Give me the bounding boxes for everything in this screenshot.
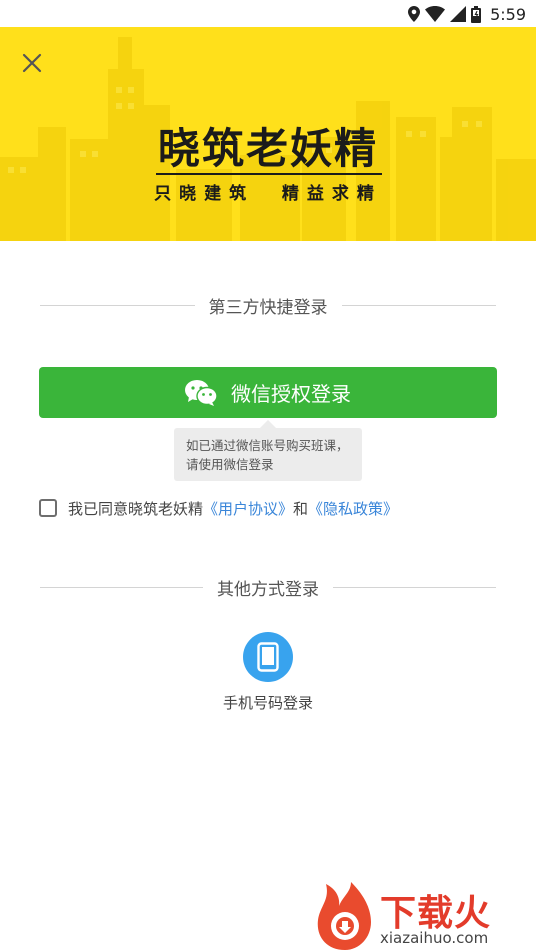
location-icon <box>408 6 421 22</box>
quick-login-heading: 第三方快捷登录 <box>208 297 328 318</box>
wechat-login-label: 微信授权登录 <box>231 382 351 406</box>
status-bar: 5:59 <box>0 0 536 27</box>
privacy-policy-link[interactable]: 《隐私政策》 <box>308 498 398 519</box>
watermark-logo: 下载火 xiazaihuo.com <box>312 880 536 952</box>
other-login-heading: 其他方式登录 <box>217 579 319 600</box>
agreement-prefix: 我已同意晓筑老妖精 <box>68 499 204 518</box>
wifi-icon <box>425 6 446 22</box>
status-time: 5:59 <box>490 4 526 24</box>
phone-login-button[interactable]: 手机号码登录 <box>218 632 318 713</box>
logo-slogan: 只晓建筑 精益求精 <box>154 184 382 204</box>
phone-login-icon-circle[interactable] <box>243 632 293 682</box>
agreement-checkbox[interactable] <box>39 499 57 517</box>
wechat-icon <box>185 379 217 406</box>
agreement-row: 我已同意晓筑老妖精 《用户协议》 和 《隐私政策》 <box>39 497 398 519</box>
logo-underline <box>156 173 382 175</box>
close-icon <box>22 53 42 73</box>
wechat-tooltip: 如已通过微信账号购买班课，请使用微信登录 <box>174 420 362 481</box>
signal-icon <box>450 6 467 22</box>
app-logo: 晓筑老妖精 只晓建筑 精益求精 <box>0 123 536 204</box>
wechat-login-button[interactable]: 微信授权登录 <box>39 367 497 418</box>
user-agreement-link[interactable]: 《用户协议》 <box>203 498 293 519</box>
phone-icon <box>257 642 279 672</box>
logo-title: 晓筑老妖精 <box>157 124 378 173</box>
other-login-divider: 其他方式登录 <box>40 575 496 600</box>
header-banner: 晓筑老妖精 只晓建筑 精益求精 <box>0 27 536 241</box>
quick-login-divider: 第三方快捷登录 <box>40 293 496 318</box>
phone-login-label: 手机号码登录 <box>222 694 313 712</box>
battery-icon <box>471 5 482 23</box>
flame-logo-icon <box>317 882 371 950</box>
close-button[interactable] <box>16 47 48 79</box>
status-icons: 5:59 <box>408 3 526 25</box>
agreement-connector: 和 <box>293 499 309 518</box>
watermark-url: xiazaihuo.com <box>380 929 489 947</box>
